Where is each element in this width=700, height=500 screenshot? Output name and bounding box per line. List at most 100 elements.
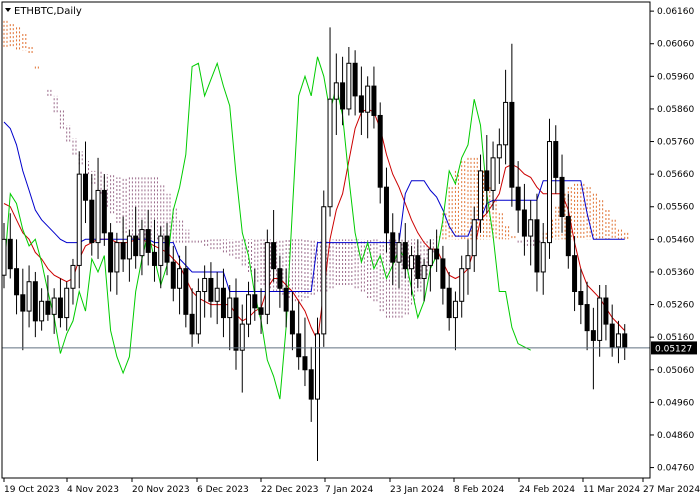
candle-body-down <box>151 251 157 266</box>
candle-body-down <box>534 219 540 273</box>
candle-body-down <box>170 261 176 289</box>
candle-body-up <box>158 235 164 266</box>
candle-body-up <box>114 242 120 273</box>
candle-body-up <box>1 238 7 276</box>
timeframe-name: Daily <box>57 6 82 17</box>
candle-body-up <box>528 219 534 237</box>
candle-body-down <box>83 173 89 201</box>
candle-body-up <box>490 157 496 191</box>
y-tick-label: 0.05460 <box>657 235 694 245</box>
candle-body-down <box>277 268 283 289</box>
candle-body-down <box>57 297 63 319</box>
candle-body-up <box>459 268 465 302</box>
candle-body-up <box>76 173 82 266</box>
candle-body-up <box>452 300 458 319</box>
x-tick-label: 20 Nov 2023 <box>132 485 190 495</box>
x-tick-label: 7 Jan 2024 <box>325 485 373 495</box>
x-tick-label: 19 Oct 2023 <box>4 485 60 495</box>
x-tick-label: 27 Mar 2024 <box>643 485 700 495</box>
candle-body-up <box>177 268 183 289</box>
x-tick-label: 23 Jan 2024 <box>390 485 444 495</box>
candle-body-up <box>346 62 352 110</box>
candle-body-up <box>51 297 57 315</box>
candle-body-up <box>465 255 471 270</box>
candle-body-down <box>446 287 452 319</box>
candle-body-down <box>565 216 571 257</box>
y-tick-label: 0.05760 <box>657 138 694 148</box>
candle-body-up <box>321 206 327 335</box>
y-tick-label: 0.05060 <box>657 366 694 376</box>
candle-body-down <box>7 238 13 270</box>
candle-body-up <box>315 333 320 400</box>
x-tick-label: 8 Feb 2024 <box>454 485 505 495</box>
candle-body-down <box>383 186 389 234</box>
symbol-label: ETHBTC,Daily <box>14 6 82 17</box>
x-tick-label: 4 Nov 2023 <box>67 485 119 495</box>
x-tick-label: 24 Feb 2024 <box>519 485 575 495</box>
candle-body-up <box>195 291 201 335</box>
y-tick-label: 0.05960 <box>657 72 694 82</box>
candle-body-down <box>509 101 515 188</box>
candle-body-down <box>340 82 346 110</box>
y-tick-label: 0.06060 <box>657 40 694 50</box>
candle-body-up <box>202 277 208 293</box>
candle-body-down <box>484 170 490 191</box>
candle-body-up <box>546 141 552 244</box>
candle-body-down <box>133 235 139 257</box>
y-tick-label: 0.04760 <box>657 464 694 474</box>
candle-body-down <box>164 235 170 263</box>
candle-body-down <box>434 248 440 260</box>
candle-body-up <box>246 294 252 325</box>
y-tick-label: 0.04860 <box>657 431 694 441</box>
candle-body-down <box>308 369 314 400</box>
x-tick-label: 11 Mar 2024 <box>583 485 640 495</box>
candle-body-up <box>597 297 603 341</box>
candle <box>264 229 270 325</box>
y-tick-label: 0.05360 <box>657 268 694 278</box>
symbol-name: ETHBTC <box>14 6 53 17</box>
candle-body-down <box>358 95 364 113</box>
candle-body-down <box>390 232 396 263</box>
candle-body-up <box>26 281 32 312</box>
candle-body-down <box>553 141 559 178</box>
candle-body-down <box>402 242 408 270</box>
candle-body-up <box>421 264 427 279</box>
candle-body-down <box>252 294 258 309</box>
candle-body-down <box>101 189 107 234</box>
candle <box>321 190 327 347</box>
candle-body-down <box>584 304 590 332</box>
candle-body-down <box>440 258 446 289</box>
ichimoku-chart: 0.06160 0.06060 0.05960 0.05860 0.05760 0.056… <box>0 0 700 500</box>
candle-body-down <box>289 310 295 335</box>
current-price-text: 0.05127 <box>655 344 692 354</box>
candle-body-up <box>496 144 502 159</box>
x-tick-label: 22 Dec 2023 <box>261 485 319 495</box>
candle-body-up <box>39 300 45 322</box>
candle-body-down <box>20 294 26 312</box>
y-tick-label: 0.05860 <box>657 105 694 115</box>
candle-body-up <box>70 264 76 289</box>
candle-body-up <box>214 287 220 302</box>
candle-body-down <box>271 242 277 270</box>
candle-body-down <box>415 255 421 279</box>
candle-body-down <box>120 242 126 260</box>
candle-body-up <box>471 219 477 257</box>
candle-body-down <box>208 277 214 302</box>
candle-body-up <box>409 255 415 270</box>
candle-body-up <box>365 85 371 113</box>
y-tick-label: 0.05560 <box>657 203 694 213</box>
candle-body-up <box>64 287 70 319</box>
current-price-box: 0.05127 <box>651 341 697 355</box>
candle-body-down <box>572 255 578 293</box>
candle-body-up <box>478 170 484 221</box>
candle-body-down <box>622 333 628 348</box>
candle-body-down <box>14 268 20 296</box>
candle-body-up <box>139 229 145 257</box>
y-tick-label: 0.05660 <box>657 170 694 180</box>
candle-body-up <box>327 98 333 208</box>
candle-body-up <box>540 242 546 273</box>
candle-body-down <box>108 232 114 273</box>
symbol-header[interactable]: ETHBTC,Daily <box>5 6 82 17</box>
candle-body-up <box>503 101 509 146</box>
candle-body-down <box>296 333 302 358</box>
